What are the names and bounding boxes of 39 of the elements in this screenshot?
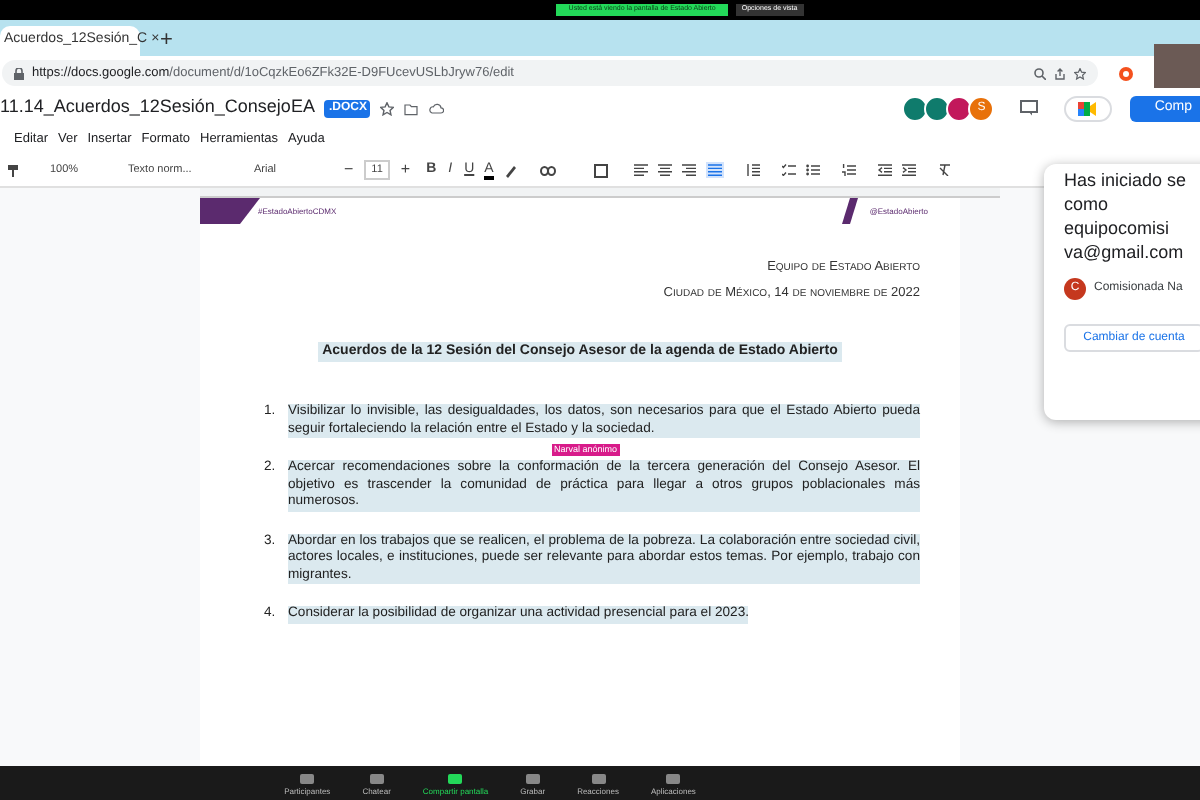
align-center-icon[interactable] [657,164,672,176]
star-icon[interactable] [1074,67,1086,79]
image-icon[interactable] [593,163,608,177]
bullet-list-icon[interactable] [805,164,820,176]
document-title[interactable]: 11.14_Acuerdos_12Sesión_ConsejoEA [0,94,315,122]
outdent-icon[interactable] [877,164,892,176]
clear-format-icon[interactable] [937,164,952,176]
signed-in-text: Has iniciado se [1064,168,1189,192]
banner-stripe-drawing [841,198,858,224]
search-icon[interactable] [1034,67,1046,79]
comment-icon[interactable] [1020,100,1039,116]
folder-icon[interactable] [404,101,419,115]
align-left-icon[interactable] [633,164,648,176]
highlight-icon[interactable] [503,163,518,177]
collaborator-avatar[interactable] [902,95,929,121]
collaborator-avatar[interactable] [946,95,973,121]
justify-icon[interactable] [705,162,724,178]
meet-logo-icon [1078,101,1099,115]
webcam-thumbnail [1154,44,1200,88]
extension-icon[interactable] [1118,65,1134,81]
lock-icon [14,67,24,79]
decrease-size-button[interactable]: − [344,158,354,182]
align-right-icon[interactable] [681,164,696,176]
numbered-list-icon[interactable] [841,164,856,176]
star-icon[interactable] [380,101,395,115]
indent-icon[interactable] [901,164,916,176]
line-spacing-icon[interactable] [745,164,760,176]
new-tab-button[interactable]: + [160,30,173,52]
increase-size-button[interactable]: + [400,158,411,182]
signed-in-text: va@gmail.com [1064,240,1186,264]
cloud-icon[interactable] [428,102,445,114]
link-icon[interactable] [539,165,556,175]
signed-in-text: como [1064,192,1111,216]
collaborator-avatar[interactable] [924,95,951,121]
paint-format-icon[interactable] [6,163,20,177]
signed-in-text: equipocomisi [1064,216,1172,240]
share-icon[interactable] [1054,67,1066,79]
checklist-icon[interactable] [781,164,796,176]
meet-button[interactable] [1064,95,1113,121]
